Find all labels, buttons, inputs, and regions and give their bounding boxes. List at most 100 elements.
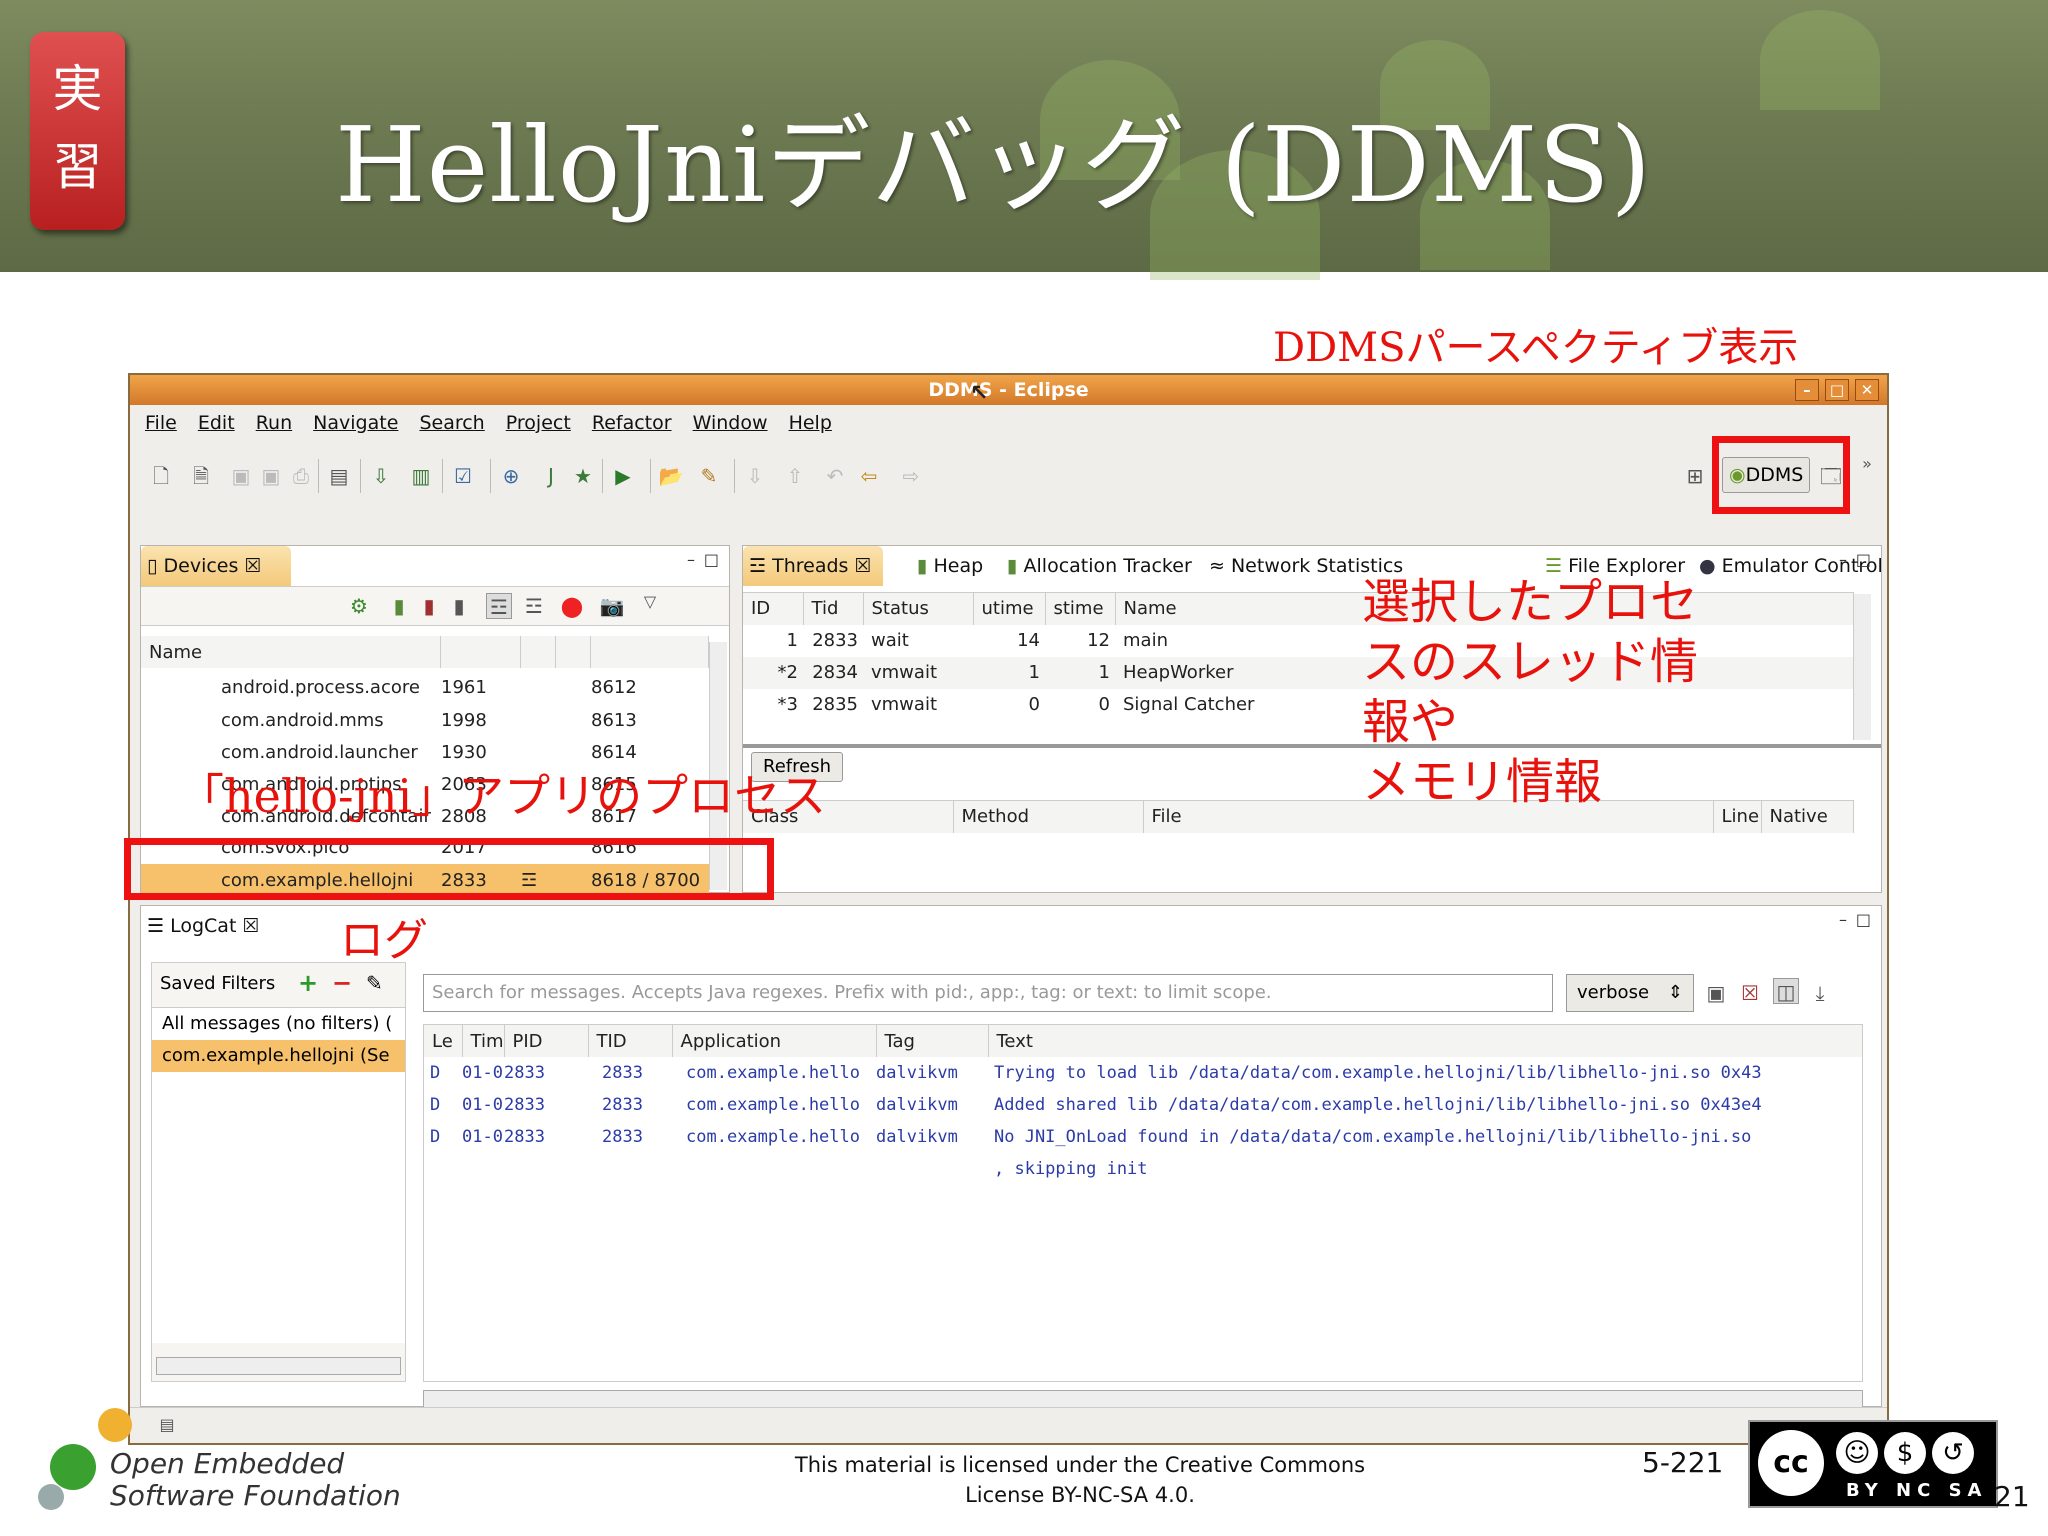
log-row[interactable]: D 01-0 2833 2833 com.example.hello dalvikvm Ad… [424, 1089, 1862, 1121]
save-log-icon[interactable]: ▣ [1703, 980, 1729, 1006]
filter-all-messages[interactable]: All messages (no filters) ( [152, 1008, 405, 1040]
menu-refactor[interactable]: Refactor [592, 405, 672, 441]
minimize-icon[interactable]: – [1839, 550, 1847, 569]
log-table-pane: Le Tim PID TID Application Tag Text D 01-… [423, 1024, 1863, 1382]
update-heap-icon[interactable]: ▮ [386, 593, 412, 619]
task-icon[interactable]: ☑ [450, 463, 476, 489]
debug-icon[interactable]: ⚙ [346, 593, 372, 619]
menu-edit[interactable]: Edit [198, 405, 235, 441]
log-level-select[interactable]: verbose ⇕ [1566, 974, 1694, 1012]
more-perspectives-icon[interactable]: » [1854, 451, 1880, 477]
save-icon[interactable]: ▣ [228, 463, 254, 489]
clear-log-icon[interactable]: ☒ [1737, 980, 1763, 1006]
tab-devices[interactable]: ▯ Devices ☒ [141, 546, 291, 586]
fast-view-icon[interactable]: ▤ [154, 1412, 180, 1438]
menu-project[interactable]: Project [506, 405, 571, 441]
menu-file[interactable]: File [145, 405, 177, 441]
log-row[interactable]: D 01-0 2833 2833 com.example.hello dalvikvm No… [424, 1121, 1862, 1153]
stop-icon[interactable]: ⬤ [559, 593, 585, 619]
tab-emulator-control[interactable]: ● Emulator Control [1693, 546, 1883, 586]
last-edit-icon[interactable]: ↶ [822, 463, 848, 489]
col-id[interactable]: ID [743, 592, 804, 625]
col-level[interactable]: Le [424, 1025, 463, 1057]
log-row-continuation[interactable]: , skipping init [424, 1153, 1862, 1185]
back-icon[interactable]: ⇦ [856, 463, 882, 489]
threads-scrollbar[interactable] [1853, 594, 1871, 740]
sdk-icon[interactable]: ▥ [408, 463, 434, 489]
save-all-icon[interactable]: ▣ [258, 463, 284, 489]
open-perspective-icon[interactable]: ⊞ [1682, 463, 1708, 489]
col-utime[interactable]: utime [973, 592, 1046, 625]
tab-logcat[interactable]: ☰ LogCat ☒ [141, 906, 281, 946]
close-tab-icon[interactable]: ☒ [854, 555, 871, 577]
dump-hprof-icon[interactable]: ▮ [416, 593, 442, 619]
col-application[interactable]: Application [672, 1025, 877, 1057]
tab-allocation-tracker[interactable]: ▮ Allocation Tracker [1001, 546, 1192, 586]
col-time[interactable]: Tim [462, 1025, 505, 1057]
menu-search[interactable]: Search [419, 405, 484, 441]
table-row[interactable]: android.process.acore 1961 8612 [141, 672, 709, 704]
prev-annotation-icon[interactable]: ⇧ [782, 463, 808, 489]
maximize-icon[interactable]: □ [1856, 910, 1871, 929]
menu-run[interactable]: Run [256, 405, 292, 441]
col-stime[interactable]: stime [1045, 592, 1116, 625]
maximize-icon[interactable]: □ [704, 550, 719, 569]
print-icon[interactable]: ⎙ [288, 463, 314, 489]
update-threads-icon[interactable]: ☲ [486, 593, 512, 619]
close-button[interactable]: ✕ [1855, 379, 1879, 401]
edit-filter-icon[interactable]: ✎ [366, 971, 383, 995]
filters-hscrollbar[interactable] [156, 1357, 401, 1375]
package-icon[interactable]: ⊕ [498, 463, 524, 489]
devices-table: Name [141, 636, 709, 668]
menu-window[interactable]: Window [693, 405, 768, 441]
col-method[interactable]: Method [953, 800, 1144, 833]
col-pid[interactable]: PID [504, 1025, 589, 1057]
tab-heap[interactable]: ▮ Heap [911, 546, 983, 586]
gc-icon[interactable]: ▮ [446, 593, 472, 619]
method-profiling-icon[interactable]: ☲ [521, 593, 547, 619]
log-hscrollbar[interactable] [423, 1390, 1863, 1408]
minimize-icon[interactable]: – [1839, 910, 1847, 929]
tab-threads[interactable]: ☲ Threads ☒ [743, 546, 883, 586]
col-text[interactable]: Text [988, 1025, 1862, 1057]
menu-navigate[interactable]: Navigate [313, 405, 398, 441]
col-tag[interactable]: Tag [876, 1025, 989, 1057]
new-icon[interactable]: 🗋 [148, 463, 174, 489]
cc-icon: cc [1758, 1430, 1824, 1496]
process-name: com.android.mms [221, 709, 384, 731]
remove-filter-icon[interactable]: − [332, 969, 352, 997]
filter-hellojni[interactable]: com.example.hellojni (Se [152, 1040, 405, 1072]
col-status[interactable]: Status [863, 592, 974, 625]
pencil-icon[interactable]: ✎ [696, 463, 722, 489]
screenshot-icon[interactable]: 📷 [599, 593, 625, 619]
thread-stime: 0 [1098, 694, 1110, 715]
run-icon[interactable]: ▶ [610, 463, 636, 489]
menu-help[interactable]: Help [789, 405, 832, 441]
col-native[interactable]: Native [1761, 800, 1854, 833]
display-saved-filters-icon[interactable]: ◫ [1773, 978, 1799, 1004]
close-tab-icon[interactable]: ☒ [242, 915, 259, 937]
minimize-button[interactable]: – [1795, 379, 1819, 401]
search-input[interactable]: Search for messages. Accepts Java regexe… [423, 974, 1553, 1012]
splitter[interactable] [743, 744, 1881, 748]
table-row[interactable]: com.android.mms 1998 8613 [141, 704, 709, 736]
next-annotation-icon[interactable]: ⇩ [742, 463, 768, 489]
open-folder-icon[interactable]: 📂 [658, 463, 684, 489]
col-tid[interactable]: TID [588, 1025, 673, 1057]
forward-icon[interactable]: ⇨ [898, 463, 924, 489]
close-tab-icon[interactable]: ☒ [244, 555, 261, 577]
new-class-icon[interactable]: 🗎 [188, 463, 214, 489]
scroll-lock-icon[interactable]: ⤓ [1807, 980, 1833, 1006]
col-tid[interactable]: Tid [803, 592, 864, 625]
minimize-icon[interactable]: – [687, 550, 695, 569]
android-project-icon[interactable]: ★ [570, 463, 596, 489]
junit-icon[interactable]: J [538, 463, 564, 489]
download-icon[interactable]: ⇩ [368, 463, 394, 489]
maximize-button[interactable]: □ [1825, 379, 1849, 401]
log-row[interactable]: D 01-0 2833 2833 com.example.hello dalvikvm Tr… [424, 1057, 1862, 1089]
col-line[interactable]: Line [1713, 800, 1762, 833]
add-filter-icon[interactable]: + [298, 969, 318, 997]
maximize-icon[interactable]: □ [1856, 550, 1871, 569]
view-menu-icon[interactable]: ▽ [637, 589, 663, 615]
binary-icon[interactable]: ▤ [326, 463, 352, 489]
